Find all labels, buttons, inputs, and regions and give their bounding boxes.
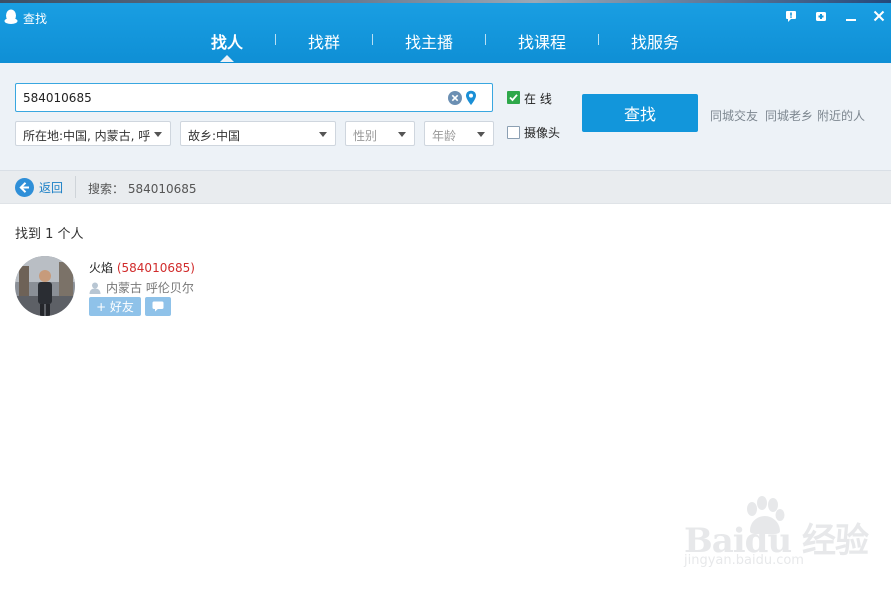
location-pin-icon[interactable] [465,90,477,106]
close-icon[interactable] [872,9,886,23]
pin-icon[interactable] [814,9,828,23]
location-dropdown[interactable]: 所在地:中国, 内蒙古, 呼 [15,121,171,146]
tab-divider [485,34,486,45]
checkmark-icon [509,94,518,102]
breadcrumb-bar: 返回 搜索： 584010685 [0,171,891,204]
person-icon [89,282,101,294]
tab-divider [275,34,276,45]
tab-find-groups[interactable]: 找群 [308,29,340,53]
result-name[interactable]: 火焰 (584010685) [89,259,195,276]
qq-penguin-icon [4,9,18,24]
gender-value: 性别 [353,129,378,143]
baidu-jingyan-watermark: Baidu 经验 jingyan.baidu.com [680,495,869,575]
camera-label: 摄像头 [524,126,561,140]
result-count: 找到 1 个人 [15,227,84,242]
title-bar: 查找 找人 找群 找主播 找课程 找服务 [0,0,891,63]
tab-find-courses[interactable]: 找课程 [518,29,566,53]
hometown-dropdown[interactable]: 故乡:中国 [180,121,336,146]
quick-link-same-city[interactable]: 同城交友 [710,107,758,124]
location-value: 所在地:中国, 内蒙古, 呼 [23,129,151,143]
result-location: 内蒙古 呼伦贝尔 [89,279,194,296]
feedback-icon[interactable] [784,9,798,23]
back-button[interactable]: 返回 [15,177,63,197]
back-arrow-icon [15,177,34,197]
age-dropdown[interactable]: 年龄 [424,121,494,146]
tab-divider [598,34,599,45]
online-checkbox[interactable] [507,91,520,104]
chat-bubble-icon [152,301,164,312]
chevron-down-icon [154,132,162,137]
search-panel: 所在地:中国, 内蒙古, 呼 故乡:中国 性别 年龄 在 线 摄像头 查找 同城… [0,63,891,171]
online-label: 在 线 [524,92,552,106]
avatar[interactable] [15,256,75,316]
quick-link-nearby[interactable]: 附近的人 [817,107,865,124]
tab-find-people[interactable]: 找人 [211,29,243,53]
divider [75,176,76,198]
avatar-photo [15,256,75,316]
age-value: 年龄 [432,129,457,143]
window-title: 查找 [23,12,48,26]
quick-link-fellow-townsman[interactable]: 同城老乡 [765,107,813,124]
send-message-button[interactable] [145,297,171,316]
result-qq-number: (584010685) [116,261,195,275]
chevron-down-icon [398,132,406,137]
chevron-down-icon [319,132,327,137]
minimize-icon[interactable] [844,9,858,23]
search-field[interactable] [15,83,493,112]
hometown-value: 故乡:中国 [188,129,241,143]
watermark-url: jingyan.baidu.com [684,553,804,568]
search-button[interactable]: 查找 [582,94,698,132]
search-input[interactable] [23,88,443,107]
camera-checkbox[interactable] [507,126,520,139]
back-label: 返回 [39,180,64,195]
search-query-echo: 搜索： 584010685 [88,182,197,196]
window-top-strip [0,0,891,3]
tab-find-streamers[interactable]: 找主播 [405,29,453,53]
result-nickname: 火焰 [89,261,114,275]
tab-divider [372,34,373,45]
clear-icon[interactable] [448,91,462,105]
gender-dropdown[interactable]: 性别 [345,121,415,146]
chevron-down-icon [477,132,485,137]
tab-bar: 找人 找群 找主播 找课程 找服务 [0,26,891,63]
result-location-text: 内蒙古 呼伦贝尔 [106,281,194,295]
active-tab-indicator [220,55,234,62]
add-friend-button[interactable]: + 好友 [89,297,141,316]
tab-find-services[interactable]: 找服务 [631,29,679,53]
